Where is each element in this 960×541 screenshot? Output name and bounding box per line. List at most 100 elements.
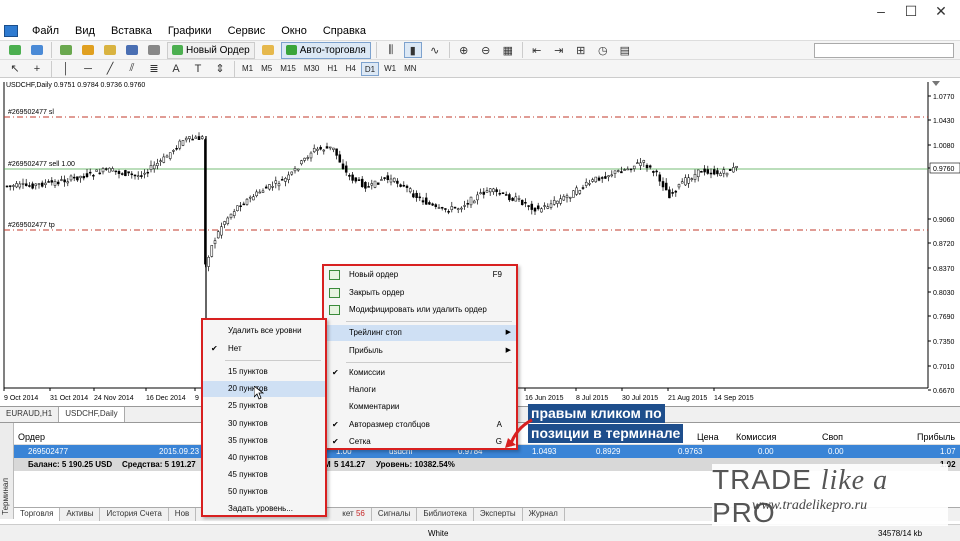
periods-icon[interactable]: ◷ — [594, 42, 612, 58]
tester-icon[interactable] — [145, 42, 163, 58]
new-order-button[interactable]: Новый Ордер — [167, 41, 255, 59]
column-swap[interactable]: Своп — [822, 432, 843, 442]
line-chart-icon[interactable]: ∿ — [426, 42, 444, 58]
close-button[interactable]: ✕ — [926, 2, 956, 20]
maximize-button[interactable]: ☐ — [896, 2, 926, 20]
menu-tools[interactable]: Сервис — [220, 22, 274, 40]
menu-window[interactable]: Окно — [273, 22, 315, 40]
column-order[interactable]: Ордер — [18, 432, 45, 442]
zoom-in-icon[interactable]: ⊕ — [455, 42, 473, 58]
menu-modify-order[interactable]: Модифицировать или удалить ордер — [324, 302, 516, 318]
candle-body — [287, 174, 290, 180]
timeframe-h4[interactable]: H4 — [343, 62, 359, 76]
search-input[interactable] — [814, 43, 954, 58]
tab-history[interactable]: История Счета — [100, 508, 169, 521]
column-profit[interactable]: Прибыль — [917, 432, 955, 442]
indicators-icon[interactable]: ⊞ — [572, 42, 590, 58]
chart-shift-icon[interactable]: ⇥ — [550, 42, 568, 58]
autoscroll-icon[interactable]: ⇤ — [528, 42, 546, 58]
navigator-icon[interactable] — [101, 42, 119, 58]
menu-taxes[interactable]: Налоги — [324, 382, 516, 398]
trendline-icon[interactable]: ╱ — [101, 61, 119, 77]
candle-body — [136, 175, 140, 178]
zoom-out-icon[interactable]: ⊖ — [477, 42, 495, 58]
crosshair-icon[interactable]: + — [28, 61, 46, 77]
candle-body — [479, 192, 482, 195]
menu-auto-arrange[interactable]: ✔ Авторазмер столбцов A — [324, 417, 516, 433]
tab-signals[interactable]: Сигналы — [372, 508, 418, 521]
chart-tab-usdchf[interactable]: USDCHF,Daily — [59, 407, 125, 422]
timeframe-mn[interactable]: MN — [401, 62, 419, 76]
menu-trailing-40[interactable]: 40 пунктов — [203, 450, 325, 466]
menu-trailing-stop[interactable]: Трейлинг стоп ▶ — [324, 325, 516, 341]
menu-trailing-30[interactable]: 30 пунктов — [203, 416, 325, 432]
candlestick-icon[interactable]: ▮ — [403, 42, 422, 58]
tab-trade[interactable]: Торговля — [14, 508, 61, 521]
menu-commissions[interactable]: ✔ Комиссии — [324, 365, 516, 381]
menu-trailing-45[interactable]: 45 пунктов — [203, 467, 325, 483]
menu-trailing-20[interactable]: 20 пунктов — [203, 381, 325, 397]
fibo-icon[interactable]: ≣ — [145, 61, 163, 77]
menu-trailing-25[interactable]: 25 пунктов — [203, 398, 325, 414]
vertical-line-icon[interactable]: │ — [57, 61, 75, 77]
profiles-icon[interactable] — [28, 42, 46, 58]
candle-body — [280, 179, 284, 181]
menu-trailing-none[interactable]: ✔ Нет — [203, 341, 325, 357]
menu-trailing-50[interactable]: 50 пунктов — [203, 484, 325, 500]
column-price[interactable]: Цена — [697, 432, 719, 442]
timeframe-h1[interactable]: H1 — [324, 62, 340, 76]
tile-windows-icon[interactable]: ▦ — [499, 42, 517, 58]
label-icon[interactable]: T — [189, 61, 207, 77]
tab-news[interactable]: Нов — [169, 508, 197, 521]
cursor-icon[interactable]: ↖ — [6, 61, 24, 77]
terminal-icon[interactable] — [123, 42, 141, 58]
menu-help[interactable]: Справка — [315, 22, 374, 40]
timeframe-m30[interactable]: M30 — [301, 62, 323, 76]
candle-body — [559, 198, 562, 204]
timeframe-m1[interactable]: M1 — [239, 62, 256, 76]
order-level-label: #269502477 sell 1.00 — [8, 161, 75, 168]
menu-view[interactable]: Вид — [67, 22, 103, 40]
tab-exposure[interactable]: Активы — [60, 508, 101, 521]
arrows-icon[interactable]: ⇕ — [211, 61, 229, 77]
timeframe-m15[interactable]: M15 — [277, 62, 299, 76]
menu-charts[interactable]: Графики — [160, 22, 220, 40]
metaeditor-icon[interactable] — [259, 42, 277, 58]
menu-delete-all-levels[interactable]: Удалить все уровни — [203, 323, 325, 339]
menu-comments[interactable]: Комментарии — [324, 399, 516, 415]
menu-label: 35 пунктов — [228, 436, 268, 445]
new-chart-icon[interactable] — [6, 42, 24, 58]
candle-body — [220, 226, 223, 236]
menu-file[interactable]: Файл — [24, 22, 67, 40]
title-bar: – ☐ ✕ — [0, 0, 960, 22]
menu-trailing-15[interactable]: 15 пунктов — [203, 364, 325, 380]
menu-grid[interactable]: ✔ Сетка G — [324, 434, 516, 450]
horizontal-line-icon[interactable]: ─ — [79, 61, 97, 77]
timeframe-w1[interactable]: W1 — [381, 62, 399, 76]
tab-experts[interactable]: Эксперты — [474, 508, 523, 521]
timeframe-d1[interactable]: D1 — [360, 61, 380, 76]
menu-profit[interactable]: Прибыль ▶ — [324, 343, 516, 359]
candle-body — [50, 180, 54, 183]
timeframe-m5[interactable]: M5 — [258, 62, 275, 76]
chart-tab-euraud[interactable]: EURAUD,H1 — [0, 407, 60, 422]
candle-body — [572, 190, 575, 198]
text-icon[interactable]: A — [167, 61, 185, 77]
menu-set-level[interactable]: Задать уровень... — [203, 501, 325, 517]
data-window-icon[interactable] — [79, 42, 97, 58]
minimize-button[interactable]: – — [866, 2, 896, 20]
menu-insert[interactable]: Вставка — [103, 22, 160, 40]
templates-icon[interactable]: ▤ — [616, 42, 634, 58]
column-commission[interactable]: Комиссия — [736, 432, 776, 442]
channel-icon[interactable]: ⫽ — [123, 61, 141, 77]
tab-market[interactable]: кет 56 — [336, 508, 372, 521]
bar-chart-icon[interactable]: ⫼ — [382, 42, 400, 58]
menu-new-order[interactable]: Новый ордер F9 — [324, 267, 516, 283]
menu-trailing-35[interactable]: 35 пунктов — [203, 433, 325, 449]
tab-journal[interactable]: Журнал — [523, 508, 565, 521]
auto-trading-button[interactable]: Авто-торговля — [280, 41, 371, 59]
menu-close-order[interactable]: Закрыть ордер — [324, 285, 516, 301]
modify-order-icon — [329, 305, 340, 315]
market-watch-icon[interactable] — [57, 42, 75, 58]
tab-library[interactable]: Библиотека — [417, 508, 474, 521]
